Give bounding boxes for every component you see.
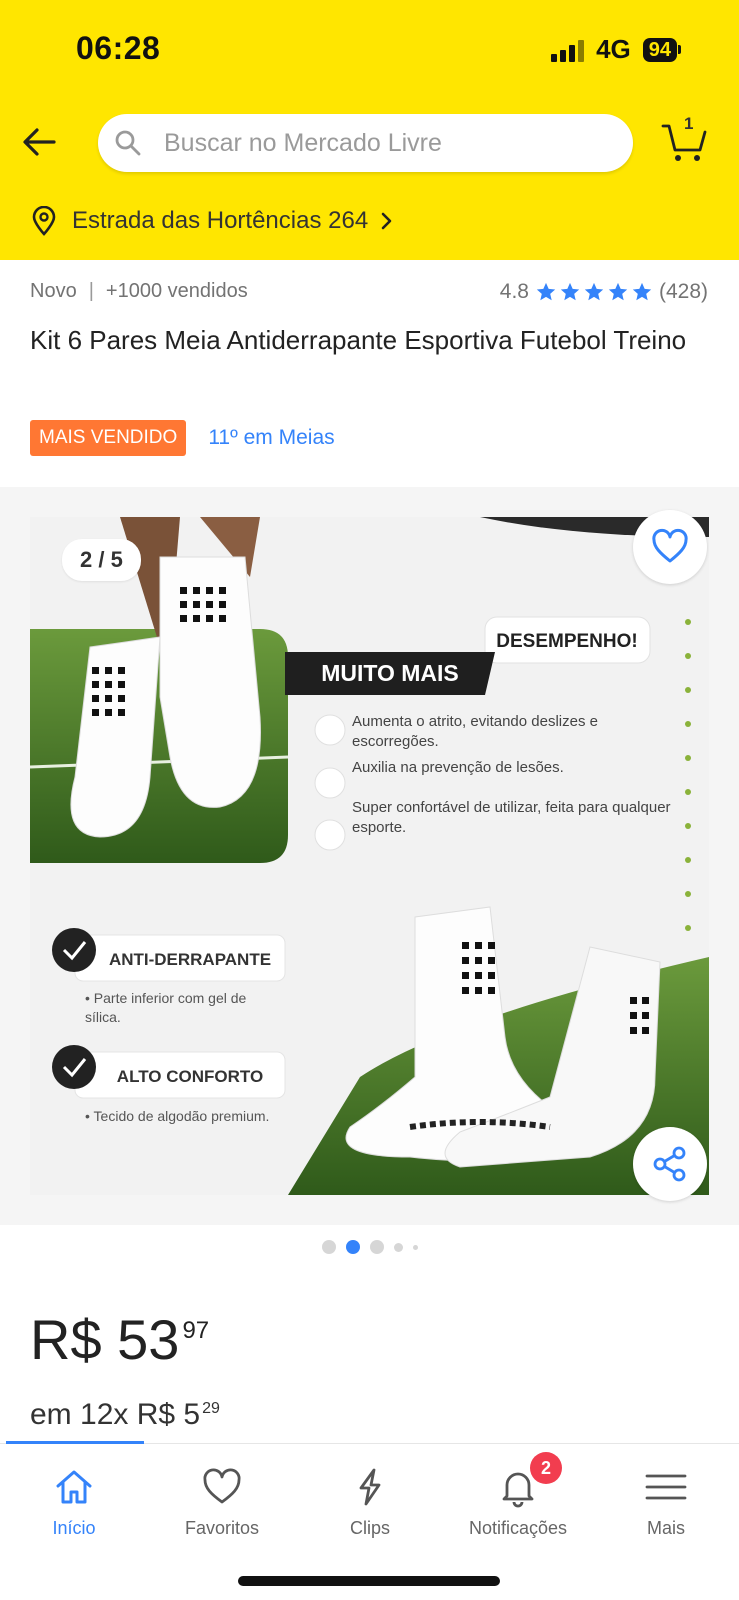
location-pin-icon — [32, 206, 56, 236]
home-icon — [56, 1470, 92, 1504]
img-text-feature-1-title: ANTI-DERRAPANTE — [109, 950, 271, 969]
search-icon — [115, 130, 141, 156]
tab-inicio[interactable]: Início — [4, 1466, 144, 1539]
product-image[interactable]: DESEMPENHO! MUITO MAIS Aumenta o atrito,… — [30, 517, 709, 1195]
tab-clips[interactable]: Clips — [300, 1466, 440, 1539]
pagination-dot[interactable] — [412, 1244, 418, 1250]
active-tab-indicator — [6, 1441, 144, 1444]
tab-label: Início — [52, 1518, 96, 1538]
chevron-right-icon — [381, 212, 392, 230]
product-image-art: DESEMPENHO! MUITO MAIS Aumenta o atrito,… — [30, 517, 709, 1195]
img-text-benefit-2: Auxilia na prevenção de lesões. — [352, 759, 564, 776]
img-text-feature-2-title: ALTO CONFORTO — [117, 1067, 263, 1086]
img-text-benefit-3: Super confortável de utilizar, feita par… — [352, 799, 671, 836]
meta-separator: | — [88, 280, 94, 302]
price-cents: 97 — [182, 1317, 210, 1344]
tab-mais[interactable]: Mais — [596, 1466, 736, 1539]
condition-label: Novo — [30, 280, 77, 302]
tab-favoritos[interactable]: Favoritos — [152, 1466, 292, 1539]
battery-icon: 94 — [642, 37, 681, 62]
best-seller-badge: MAIS VENDIDO — [30, 420, 187, 456]
price-main: R$ 53 — [30, 1308, 180, 1371]
product-meta: Novo | +1000 vendidos — [30, 280, 248, 303]
sold-count: +1000 vendidos — [105, 280, 248, 302]
share-icon — [653, 1146, 686, 1182]
back-button[interactable] — [20, 122, 60, 162]
search-input[interactable]: Buscar no Mercado Livre — [98, 114, 633, 172]
img-text-feature-1-desc: Parte inferior com gel de sílica. — [85, 990, 247, 1025]
favorite-button[interactable] — [633, 510, 707, 584]
network-label: 4G — [596, 34, 631, 64]
star-icon — [584, 282, 604, 301]
image-counter: 2 / 5 — [62, 539, 141, 581]
star-icon — [608, 282, 628, 301]
rating-count: (428) — [658, 280, 708, 303]
star-icon — [560, 282, 580, 301]
clips-icon — [359, 1468, 381, 1506]
gallery-pagination[interactable] — [0, 1240, 739, 1254]
tab-label: Mais — [646, 1518, 685, 1538]
delivery-address[interactable]: Estrada das Hortências 264 — [30, 206, 394, 236]
menu-icon — [645, 1474, 687, 1500]
installments: em 12x R$ 5 29 — [30, 1398, 220, 1432]
image-gallery[interactable]: DESEMPENHO! MUITO MAIS Aumenta o atrito,… — [0, 487, 739, 1225]
share-button[interactable] — [633, 1127, 707, 1201]
installments-cents: 29 — [202, 1400, 220, 1417]
rating-summary[interactable]: 4.8 (428) — [500, 280, 708, 304]
tab-label: Favoritos — [184, 1518, 260, 1538]
status-indicators: 4G 94 — [551, 34, 681, 65]
home-indicator — [238, 1576, 500, 1586]
product-badges: MAIS VENDIDO 11º em Meias — [30, 420, 335, 456]
signal-icon — [551, 38, 585, 62]
cart-count: 1 — [684, 114, 694, 133]
battery-level: 94 — [642, 37, 677, 62]
img-text-performance-main: MUITO MAIS — [321, 660, 459, 686]
tab-label: Notificações — [468, 1518, 568, 1538]
img-text-feature-2-desc: Tecido de algodão premium. — [93, 1108, 270, 1124]
price: R$ 53 97 — [30, 1310, 209, 1370]
rating-value: 4.8 — [499, 280, 529, 303]
img-text-benefit-1: Aumenta o atrito, evitando deslizes e es… — [352, 713, 598, 750]
tab-label: Clips — [349, 1518, 390, 1538]
status-bar: 06:28 4G 94 — [0, 0, 739, 100]
pagination-dot[interactable] — [369, 1240, 384, 1254]
nav-row: Buscar no Mercado Livre 1 — [0, 110, 739, 174]
rating-stars — [535, 281, 653, 303]
heart-icon — [652, 528, 688, 563]
arrow-left-icon — [23, 128, 56, 156]
installments-main: em 12x R$ 5 — [30, 1398, 201, 1431]
status-time: 06:28 — [76, 30, 161, 66]
product-title: Kit 6 Pares Meia Antiderrapante Esportiv… — [30, 325, 687, 355]
app-header: 06:28 4G 94 Buscar no Mercado Livre 1 Es… — [0, 0, 739, 260]
search-placeholder: Buscar no Mercado Livre — [164, 128, 442, 157]
star-icon — [536, 282, 556, 301]
star-icon — [632, 282, 652, 301]
category-rank-link[interactable]: 11º em Meias — [208, 426, 334, 450]
pagination-dot[interactable] — [321, 1240, 336, 1254]
pagination-dot[interactable] — [345, 1240, 360, 1254]
tab-notificacoes[interactable]: Notificações 2 — [448, 1452, 588, 1539]
address-text: Estrada das Hortências 264 — [72, 207, 369, 234]
pagination-dot[interactable] — [393, 1242, 403, 1252]
notification-badge: 2 — [530, 1452, 562, 1484]
heart-icon — [203, 1468, 241, 1504]
img-text-performance-top: DESEMPENHO! — [496, 631, 637, 652]
cart-button[interactable]: 1 — [660, 114, 710, 166]
